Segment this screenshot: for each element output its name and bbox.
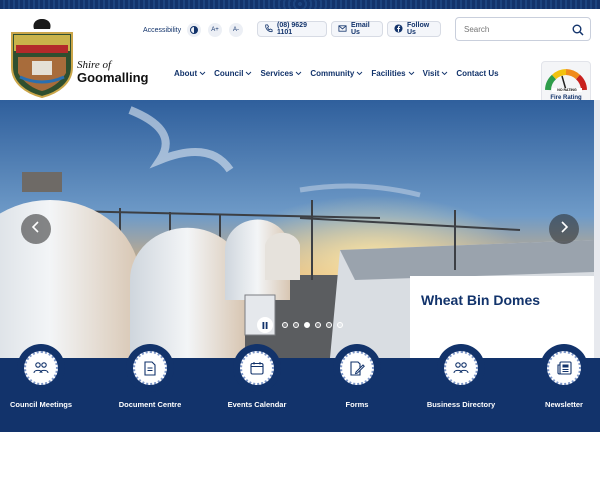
quick-link-label: Document Centre	[118, 400, 182, 409]
quick-link-ring	[233, 344, 281, 392]
quick-link-forms[interactable]: Forms	[309, 344, 405, 409]
facebook-icon	[394, 23, 403, 35]
top-decorative-strip	[0, 0, 600, 9]
fire-rating-widget[interactable]: NO RATING Fire Rating	[541, 61, 591, 105]
email-button[interactable]: Email Us	[331, 21, 383, 37]
quick-link-newsletter[interactable]: Newsletter	[516, 344, 600, 409]
hero-caption-title: Wheat Bin Domes	[421, 292, 541, 308]
page-scrollbar[interactable]	[594, 100, 600, 358]
form-edit-icon	[340, 351, 374, 385]
quick-links-bar: Council Meetings Document Centre Events …	[0, 344, 600, 432]
chevron-down-icon	[245, 69, 252, 78]
search-input[interactable]	[464, 22, 564, 36]
nav-label: Visit	[422, 69, 440, 78]
carousel-dot[interactable]	[337, 322, 343, 328]
chevron-left-icon	[31, 220, 41, 239]
newsletter-icon	[547, 351, 581, 385]
carousel-dot[interactable]	[326, 322, 332, 328]
quick-link-label: Council Meetings	[9, 400, 73, 409]
contrast-toggle[interactable]	[187, 22, 201, 38]
site-title-name: Goomalling	[77, 70, 149, 85]
carousel-pagination	[257, 317, 343, 333]
chevron-down-icon	[199, 69, 206, 78]
nav-label: About	[174, 69, 198, 78]
carousel-prev-button[interactable]	[21, 214, 51, 244]
nav-label: Services	[260, 69, 294, 78]
pause-icon	[262, 316, 268, 334]
nav-label: Contact Us	[456, 69, 499, 78]
chevron-down-icon	[441, 69, 448, 78]
search-box	[455, 17, 591, 41]
quick-link-document-centre[interactable]: Document Centre	[102, 344, 198, 409]
increase-text-label: A+	[208, 23, 222, 37]
carousel-dot-active[interactable]	[304, 322, 310, 328]
nav-facilities[interactable]: Facilities	[371, 69, 414, 78]
email-label: Email Us	[351, 22, 370, 36]
chevron-down-icon	[408, 69, 415, 78]
accessibility-label: Accessibility	[143, 26, 182, 34]
site-title[interactable]: Shire of Goomalling	[77, 59, 149, 85]
main-nav: About Council Services Community Facilit…	[174, 69, 507, 78]
nav-contact[interactable]: Contact Us	[456, 69, 498, 78]
quick-link-ring	[333, 344, 381, 392]
carousel-dot[interactable]	[293, 322, 299, 328]
chevron-down-icon	[356, 69, 363, 78]
people-icon	[24, 351, 58, 385]
quick-link-label: Forms	[345, 400, 369, 409]
chevron-down-icon	[295, 69, 302, 78]
quick-link-label: Business Directory	[426, 400, 496, 409]
carousel-next-button[interactable]	[549, 214, 579, 244]
quick-link-label: Newsletter	[545, 400, 583, 409]
contrast-icon	[187, 23, 201, 37]
phone-button[interactable]: (08) 9629 1101	[257, 21, 327, 37]
carousel-dot[interactable]	[315, 322, 321, 328]
chevron-right-icon	[559, 220, 569, 239]
quick-link-council-meetings[interactable]: Council Meetings	[0, 344, 89, 409]
decrease-text-label: A-	[229, 23, 243, 37]
follow-label: Follow Us	[407, 22, 430, 36]
quick-link-ring	[126, 344, 174, 392]
quick-link-business-directory[interactable]: Business Directory	[413, 344, 509, 409]
quick-link-events-calendar[interactable]: Events Calendar	[209, 344, 305, 409]
nav-about[interactable]: About	[174, 69, 206, 78]
nav-label: Facilities	[371, 69, 406, 78]
phone-icon	[264, 23, 273, 35]
fire-gauge-text: NO RATING	[552, 88, 582, 92]
carousel-pause-button[interactable]	[257, 317, 273, 333]
follow-button[interactable]: Follow Us	[387, 21, 441, 37]
nav-visit[interactable]: Visit	[423, 69, 449, 78]
quick-link-ring	[437, 344, 485, 392]
site-header: Shire of Goomalling Accessibility A+ A- …	[0, 9, 600, 105]
email-icon	[338, 24, 347, 35]
decrease-text-button[interactable]: A-	[229, 22, 243, 38]
nav-council[interactable]: Council	[214, 69, 252, 78]
shire-logo[interactable]	[10, 17, 74, 99]
nav-label: Community	[310, 69, 355, 78]
quick-link-label: Events Calendar	[227, 400, 287, 409]
phone-label: (08) 9629 1101	[277, 22, 307, 36]
nav-label: Council	[214, 69, 244, 78]
document-icon	[133, 351, 167, 385]
quick-link-ring	[17, 344, 65, 392]
calendar-icon	[240, 351, 274, 385]
search-icon[interactable]	[572, 23, 584, 41]
nav-community[interactable]: Community	[310, 69, 363, 78]
quick-link-ring	[540, 344, 588, 392]
increase-text-button[interactable]: A+	[208, 22, 222, 38]
people-icon	[444, 351, 478, 385]
carousel-dot[interactable]	[282, 322, 288, 328]
nav-services[interactable]: Services	[260, 69, 302, 78]
